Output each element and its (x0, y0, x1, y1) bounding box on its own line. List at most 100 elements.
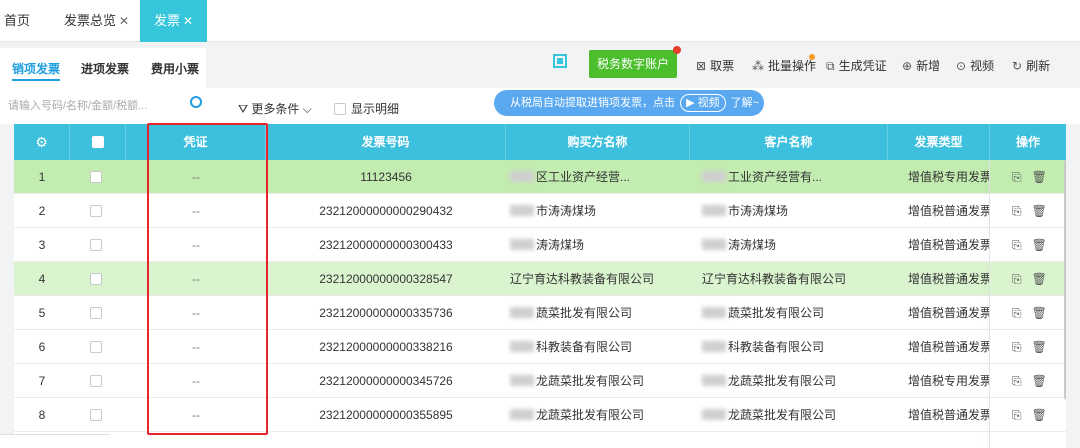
row-checkbox[interactable] (89, 171, 102, 183)
delete-icon[interactable]: 🗑 (1032, 228, 1047, 262)
invoice-type-tabs: 销项发票 进项发票 费用小票 (0, 48, 206, 88)
view-icon[interactable]: ⎘ (1012, 228, 1022, 262)
redacted-text (702, 375, 726, 386)
delete-icon[interactable]: 🗑 (1032, 398, 1047, 432)
row-checkbox-cell (70, 194, 126, 228)
operations-cell: ⎘ 🗑 (990, 262, 1066, 296)
view-icon[interactable]: ⎘ (1012, 296, 1022, 330)
header-select-all[interactable] (70, 124, 126, 160)
header-invoice-number: 发票号码 (266, 124, 506, 160)
operations-cell: ⎘ 🗑 (990, 398, 1066, 432)
buyer-cell: 涛涛煤场 (506, 228, 690, 262)
search-input[interactable] (8, 94, 178, 118)
row-index: 1 (38, 170, 46, 184)
redacted-text (510, 409, 534, 420)
operations-cell: ⎘ 🗑 (990, 160, 1066, 194)
row-checkbox-cell (70, 228, 126, 262)
redacted-text (510, 239, 534, 250)
header-operations: 操作 (1015, 135, 1040, 149)
invoice-number-cell: 23212000000000335736 (319, 306, 453, 320)
checkbox[interactable] (334, 103, 346, 115)
table-scrollbar[interactable] (1064, 160, 1066, 400)
view-icon[interactable]: ⎘ (1012, 160, 1022, 194)
close-icon[interactable]: ✕ (183, 14, 193, 28)
delete-icon[interactable]: 🗑 (1032, 160, 1047, 194)
row-index: 3 (38, 238, 46, 252)
tab-sales-invoice[interactable]: 销项发票 (12, 60, 61, 81)
tip-video-link[interactable]: ▶ 视频 (680, 94, 726, 112)
row-index: 8 (38, 408, 46, 422)
voucher-column-highlight (147, 123, 268, 435)
view-icon[interactable]: ⎘ (1012, 262, 1022, 296)
header-buyer-name: 购买方名称 (506, 124, 690, 160)
invoice-type-cell: 增值税普通发票 (908, 408, 990, 422)
plus-circle-icon: ⊕ (902, 59, 913, 73)
table-footer (0, 434, 110, 448)
row-checkbox[interactable] (89, 375, 102, 387)
column-settings[interactable]: ⚙ (14, 124, 70, 160)
operations-cell: ⎘ 🗑 (990, 364, 1066, 398)
show-detail-checkbox[interactable]: 显示明细 (334, 100, 399, 117)
delete-icon[interactable]: 🗑 (1032, 330, 1047, 364)
batch-operation-button[interactable]: ⁂ 批量操作 (752, 57, 816, 74)
customer-cell: 龙蔬菜批发有限公司 (690, 364, 888, 398)
operations-cell: ⎘ 🗑 (990, 296, 1066, 330)
more-conditions-button[interactable]: ⛛ 更多条件 ⌵ (238, 100, 312, 117)
view-icon[interactable]: ⎘ (1012, 364, 1022, 398)
tab-purchase-invoice[interactable]: 进项发票 (81, 60, 129, 77)
top-tab-bar: 首页 发票总览 ✕ 发票 ✕ (0, 0, 1080, 42)
row-checkbox-cell (70, 364, 126, 398)
view-icon[interactable]: ⎘ (1012, 330, 1022, 364)
invoice-number-cell: 23212000000000300433 (319, 238, 453, 252)
refresh-button[interactable]: ↻ 刷新 (1012, 57, 1050, 74)
close-icon[interactable]: ✕ (119, 14, 129, 28)
view-icon[interactable]: ⎘ (1012, 398, 1022, 432)
voucher-icon: ⧉ (826, 59, 835, 73)
delete-icon[interactable]: 🗑 (1032, 364, 1047, 398)
customer-cell: 龙蔬菜批发有限公司 (690, 398, 888, 432)
buyer-cell: 龙蔬菜批发有限公司 (506, 398, 690, 432)
row-checkbox[interactable] (89, 239, 102, 251)
customer-cell: 工业资产经营有... (690, 160, 888, 194)
delete-icon[interactable]: 🗑 (1032, 194, 1047, 228)
tab-expense-receipt[interactable]: 费用小票 (151, 60, 199, 77)
buyer-cell: 市涛涛煤场 (506, 194, 690, 228)
operations-cell: ⎘ 🗑 (990, 228, 1066, 262)
invoice-number-cell: 23212000000000328547 (319, 272, 453, 286)
tab-invoice-overview[interactable]: 发票总览 ✕ (64, 0, 129, 42)
filter-bar: ⛛ 更多条件 ⌵ 显示明细 从税局自动提取进销项发票，点击 ▶ 视频 了解~ (0, 88, 1080, 124)
sub-header: 销项发票 进项发票 费用小票 税务数字账户 ⊠ 取票 ⁂ 批量操作 ⧉ 生成凭证 ⊕ 新… (0, 42, 1080, 88)
qrcode-icon[interactable] (553, 54, 567, 68)
gear-icon[interactable]: ⚙ (35, 134, 48, 150)
row-index: 5 (38, 306, 46, 320)
tab-invoice[interactable]: 发票 ✕ (140, 0, 208, 42)
redacted-text (510, 205, 534, 216)
row-index: 2 (38, 204, 46, 218)
tab-home[interactable]: 首页 (4, 0, 30, 42)
header-invoice-type: 发票类型 (888, 124, 990, 160)
customer-cell: 市涛涛煤场 (690, 194, 888, 228)
select-all-checkbox[interactable] (91, 136, 104, 148)
row-index: 4 (38, 272, 46, 286)
tip-banner: 从税局自动提取进销项发票，点击 ▶ 视频 了解~ (494, 90, 764, 116)
row-checkbox[interactable] (89, 205, 102, 217)
redacted-text (702, 307, 726, 318)
tax-digital-account-button[interactable]: 税务数字账户 (589, 50, 677, 78)
refresh-icon: ↻ (1012, 59, 1023, 73)
collect-invoice-button[interactable]: ⊠ 取票 (696, 57, 734, 74)
redacted-text (510, 171, 534, 182)
view-icon[interactable]: ⎘ (1012, 194, 1022, 228)
invoice-number-cell: 23212000000000355895 (319, 408, 453, 422)
add-button[interactable]: ⊕ 新增 (902, 57, 940, 74)
delete-icon[interactable]: 🗑 (1032, 296, 1047, 330)
row-checkbox[interactable] (89, 307, 102, 319)
generate-voucher-button[interactable]: ⧉ 生成凭证 (826, 57, 887, 74)
row-checkbox[interactable] (89, 409, 102, 421)
batch-icon: ⁂ (752, 59, 764, 73)
delete-icon[interactable]: 🗑 (1032, 262, 1047, 296)
row-checkbox[interactable] (89, 273, 102, 285)
search-icon[interactable] (190, 96, 202, 108)
video-button[interactable]: ⊙ 视频 (956, 57, 994, 74)
row-checkbox[interactable] (89, 341, 102, 353)
notification-dot (673, 46, 681, 54)
